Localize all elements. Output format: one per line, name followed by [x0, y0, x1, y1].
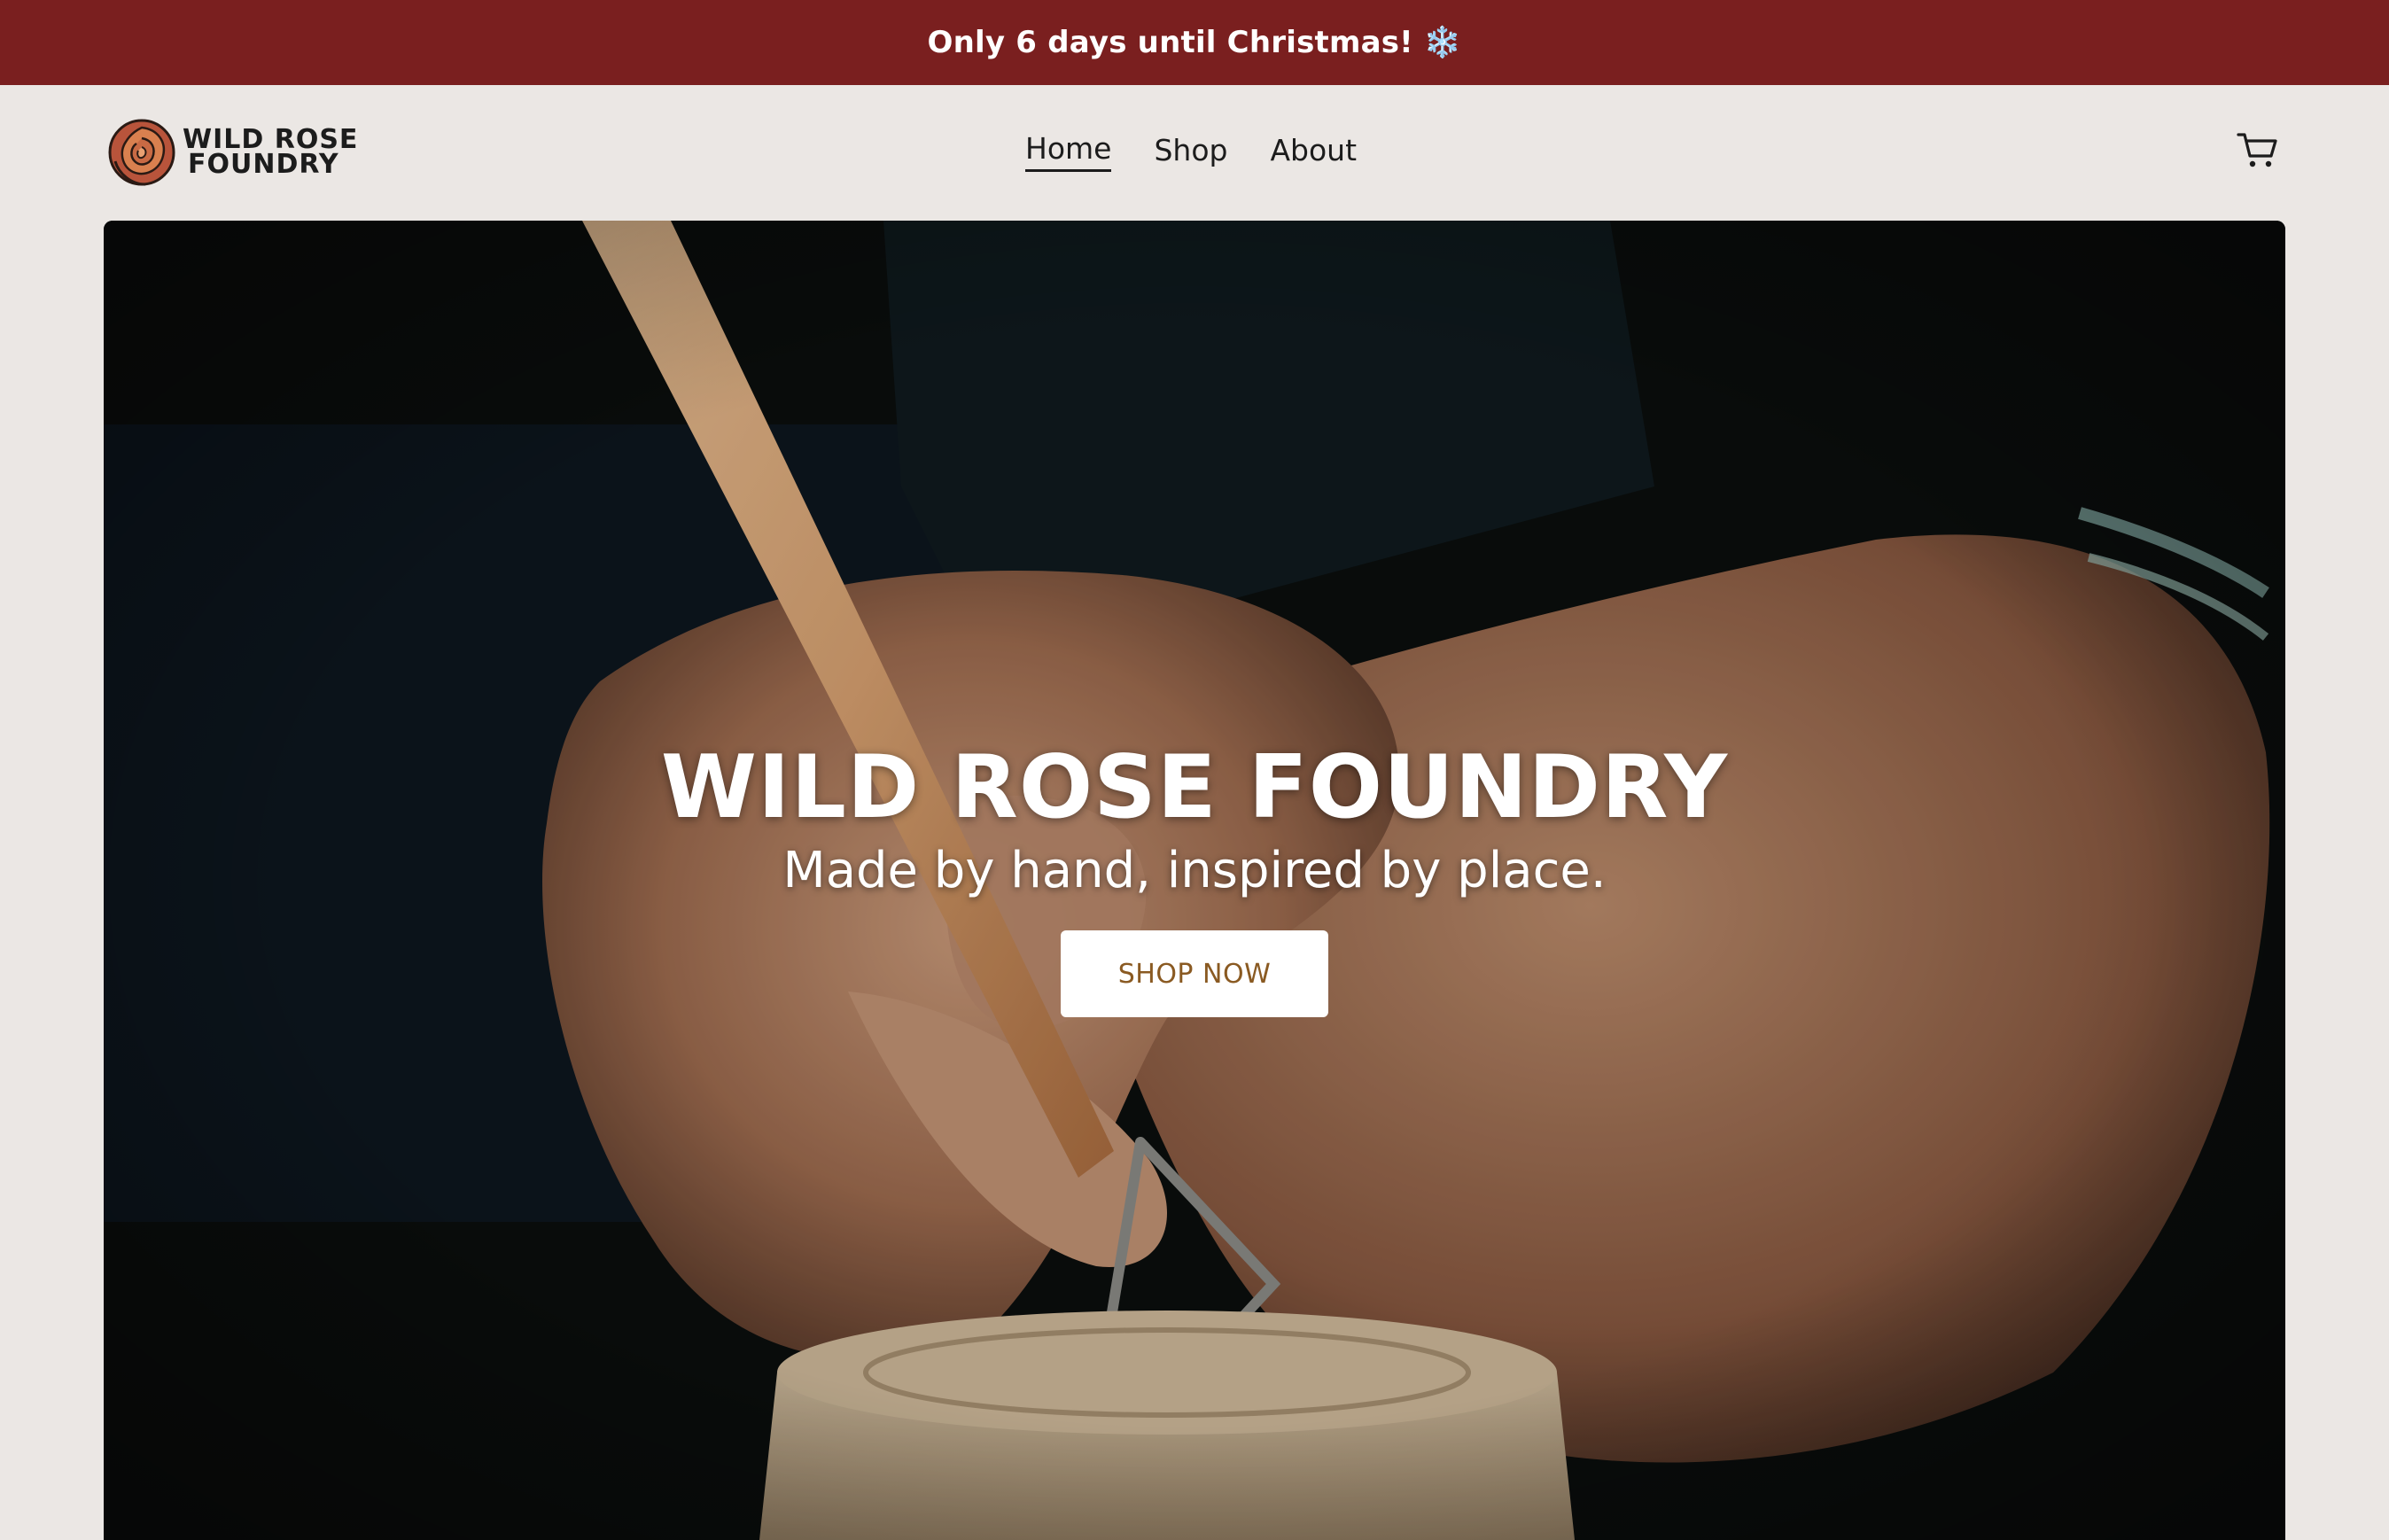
hero-content: WILD ROSE FOUNDRY Made by hand, inspired…	[104, 739, 2285, 1017]
site-header: WILD ROSE FOUNDRY Home Shop About	[0, 85, 2389, 221]
cart-icon[interactable]	[2236, 129, 2280, 170]
hero-title: WILD ROSE FOUNDRY	[660, 737, 1729, 838]
announcement-bar: Only 6 days until Christmas! ❄️	[0, 0, 2389, 85]
hero-banner: WILD ROSE FOUNDRY Made by hand, inspired…	[104, 221, 2285, 1540]
logo-link[interactable]: WILD ROSE FOUNDRY	[106, 117, 358, 188]
nav-shop-link[interactable]: Shop	[1154, 133, 1227, 171]
announcement-text: Only 6 days until Christmas! ❄️	[927, 25, 1462, 60]
nav-home-link[interactable]: Home	[1025, 131, 1112, 172]
hero-subtitle: Made by hand, inspired by place.	[782, 842, 1607, 899]
shop-now-button[interactable]: SHOP NOW	[1061, 930, 1328, 1017]
logo-line-2: FOUNDRY	[188, 149, 339, 180]
rose-logo-icon	[108, 119, 175, 186]
main-nav: Home Shop About	[1025, 131, 1357, 172]
nav-about-link[interactable]: About	[1270, 133, 1357, 171]
logo-wordmark: WILD ROSE FOUNDRY	[183, 127, 358, 180]
